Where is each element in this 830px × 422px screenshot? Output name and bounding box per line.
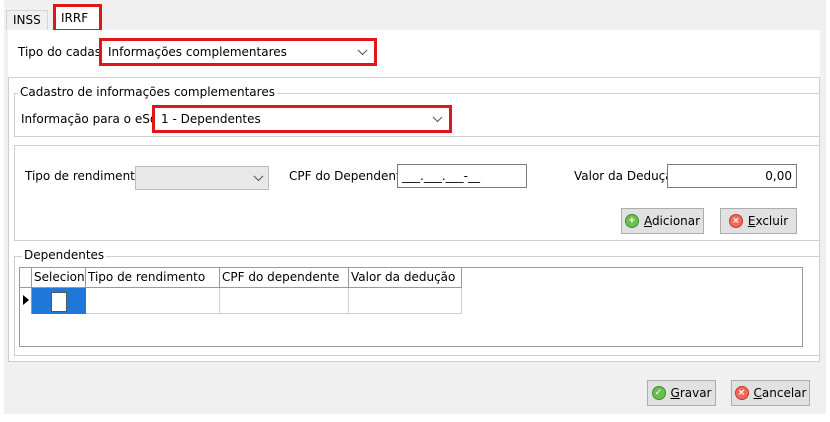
cpf-dependente-value: ___.___.___-__ [402, 169, 480, 183]
adicionar-button-label: Adicionar [643, 214, 701, 228]
x-circle-icon: × [734, 386, 749, 400]
adicionar-button[interactable]: + Adicionar [621, 208, 704, 234]
column-header-cpf-dependente[interactable]: CPF do dependente [220, 268, 349, 288]
cancelar-button[interactable]: × Cancelar [731, 380, 810, 406]
dependentes-group-title: Dependentes [22, 248, 107, 262]
table-row-cpf-cell[interactable] [220, 288, 349, 314]
column-header-tipo-rendimento[interactable]: Tipo de rendimento [86, 268, 220, 288]
check-circle-icon: ✓ [651, 386, 666, 400]
current-row-arrow-icon [23, 295, 29, 305]
tipo-cadastro-select[interactable]: Informações complementares [99, 38, 377, 66]
chevron-down-icon [357, 45, 368, 56]
chevron-down-icon [432, 112, 443, 123]
chevron-down-icon [253, 171, 264, 182]
x-circle-icon: × [728, 214, 743, 228]
selecionar-checkbox[interactable] [51, 292, 67, 312]
valor-deducao-value: 0,00 [765, 169, 792, 183]
esocial-select[interactable]: 1 - Dependentes [152, 105, 452, 133]
cpf-dependente-input[interactable]: ___.___.___-__ [397, 164, 527, 188]
cpf-dependente-label: CPF do Dependente: [289, 169, 413, 183]
gravar-button[interactable]: ✓ Gravar [647, 380, 716, 406]
cadastro-info-group-title: Cadastro de informações complementares [18, 85, 277, 99]
tipo-rendimento-label: Tipo de rendimento: [25, 169, 147, 183]
tab-inss[interactable]: INSS [6, 10, 48, 30]
column-header-valor-deducao[interactable]: Valor da dedução [349, 268, 462, 288]
tipo-rendimento-select[interactable] [135, 166, 269, 190]
tipo-cadastro-value: Informações complementares [108, 45, 287, 59]
esocial-value: 1 - Dependentes [161, 112, 261, 126]
cancelar-button-label: Cancelar [753, 386, 807, 400]
valor-deducao-input[interactable]: 0,00 [667, 164, 797, 188]
grid-corner-header [20, 268, 32, 288]
gravar-button-label: Gravar [670, 386, 712, 400]
excluir-button[interactable]: × Excluir [720, 208, 797, 234]
table-row-valor-cell[interactable] [349, 288, 462, 314]
table-row-tipo-cell[interactable] [86, 288, 220, 314]
column-header-selecionar[interactable]: Selecionar [32, 268, 86, 288]
excluir-button-label: Excluir [747, 214, 789, 228]
tab-irrf[interactable]: IRRF [53, 4, 102, 32]
plus-circle-icon: + [624, 214, 639, 228]
